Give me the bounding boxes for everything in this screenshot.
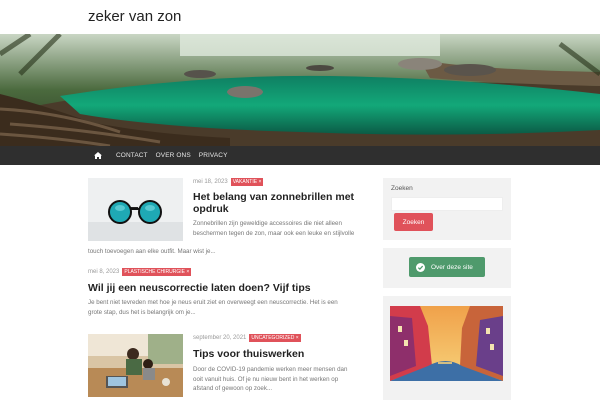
excerpt-line: Je bent niet tevreden met hoe je neus er… [88, 299, 338, 306]
home-icon [94, 152, 102, 159]
image-widget [383, 296, 511, 400]
category-badge[interactable]: VAKANTIE × [230, 178, 264, 186]
about-button-label: Over deze site [431, 263, 473, 271]
post-thumbnail-sunglasses[interactable] [88, 178, 183, 241]
excerpt-line: afstand of gewoon op zoek... [193, 385, 273, 392]
excerpt-line: Door de COVID-19 pandemie werken meer me… [193, 366, 348, 373]
post-title-line: opdruk [193, 203, 229, 215]
post-excerpt: Zonnebrillen zijn geweldige accessoires … [193, 219, 354, 238]
post-excerpt: Je bent niet tevreden met hoe je neus er… [88, 298, 368, 317]
excerpt-line: ooit vanuit huis. Of je nu nieuw bent in… [193, 375, 339, 383]
excerpt-line: grote stap, dus het is belangrijk om je.… [88, 308, 196, 316]
post-title[interactable]: Tips voor thuiswerken [193, 348, 347, 360]
close-icon: × [258, 179, 262, 185]
category-badge[interactable]: PLASTISCHE CHIRURGIE × [122, 268, 192, 276]
post-meta: mei 18, 2023 VAKANTIE × [193, 178, 354, 186]
nav-privacy[interactable]: PRIVACY [199, 152, 228, 159]
about-button[interactable]: Over deze site [409, 257, 485, 277]
post-item: mei 18, 2023 VAKANTIE × Het belang van z… [88, 178, 368, 268]
post-meta: september 20, 2021 UNCATEGORIZED × [193, 334, 347, 342]
post-excerpt: Door de COVID-19 pandemie werken meer me… [193, 365, 347, 394]
hero-image [0, 34, 600, 146]
site-header: zeker van zon [0, 0, 600, 34]
excerpt-line: Zonnebrillen zijn geweldige accessoires … [193, 220, 342, 227]
post-date: september 20, 2021 [193, 335, 247, 341]
post-title-line: Het belang van zonnebrillen met [193, 191, 355, 203]
post-item: september 20, 2021 UNCATEGORIZED × Tips … [88, 334, 368, 400]
site-title[interactable]: zeker van zon [88, 8, 181, 25]
post-title[interactable]: Wil jij een neuscorrectie laten doen? Vi… [88, 282, 368, 294]
check-circle-icon [416, 262, 425, 272]
nav-over-ons[interactable]: OVER ONS [156, 152, 191, 159]
search-label: Zoeken [391, 185, 413, 192]
search-button[interactable]: Zoeken [394, 213, 433, 231]
nav-contact[interactable]: CONTACT [116, 152, 148, 159]
category-label: UNCATEGORIZED [251, 335, 295, 341]
post-item: mei 8, 2023 PLASTISCHE CHIRURGIE × Wil j… [88, 268, 368, 328]
excerpt-line: beschermen tegen de zon, maar ook een le… [193, 229, 355, 237]
nav-home[interactable] [88, 146, 108, 165]
post-list: mei 18, 2023 VAKANTIE × Het belang van z… [88, 165, 368, 400]
post-meta: mei 8, 2023 PLASTISCHE CHIRURGIE × [88, 268, 368, 276]
sidebar-image-canal[interactable] [390, 306, 503, 381]
main-navbar: CONTACT OVER ONS PRIVACY [0, 146, 600, 165]
post-thumbnail-homework[interactable] [88, 334, 183, 397]
category-label: VAKANTIE [232, 179, 258, 185]
excerpt-line: touch toevoegen aan elke outfit. Maar wi… [88, 248, 216, 255]
search-input[interactable] [391, 197, 503, 211]
close-icon: × [186, 269, 190, 275]
post-title[interactable]: Het belang van zonnebrillen met opdruk [193, 191, 354, 215]
post-date: mei 18, 2023 [193, 179, 228, 185]
category-badge[interactable]: UNCATEGORIZED × [249, 334, 301, 342]
close-icon: × [295, 335, 299, 341]
category-label: PLASTISCHE CHIRURGIE [124, 269, 185, 275]
post-date: mei 8, 2023 [88, 269, 120, 275]
